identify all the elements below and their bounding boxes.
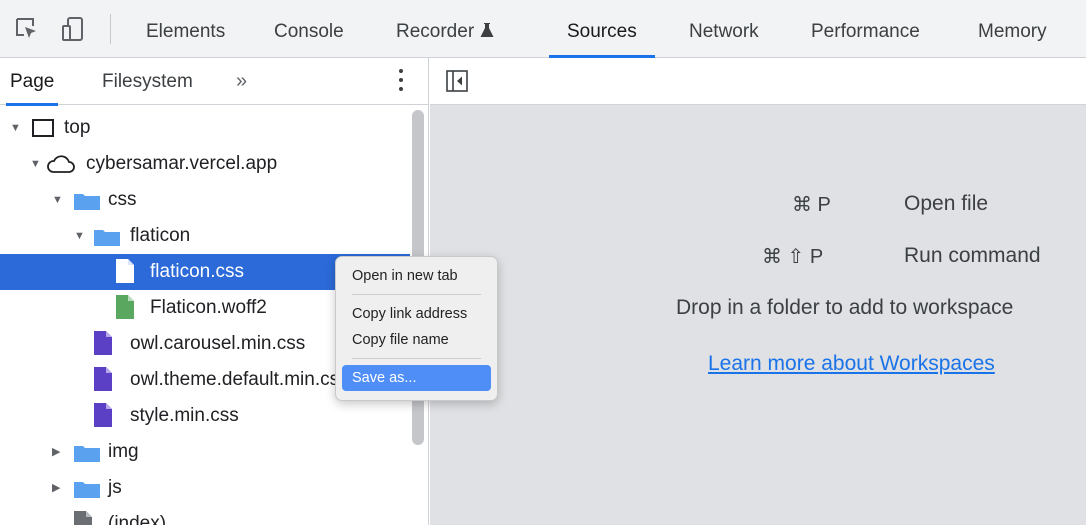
tree-label: top [64, 117, 91, 138]
context-menu: Open in new tab Copy link address Copy f… [335, 256, 498, 401]
expand-arrow-icon[interactable]: ▼ [52, 182, 64, 218]
folder-icon [74, 482, 100, 498]
shortcut-label-open-file: Open file [904, 192, 989, 215]
menu-item-copy-file-name[interactable]: Copy file name [342, 327, 491, 353]
tree-item-index[interactable]: (index) [0, 506, 410, 525]
flask-icon [480, 23, 494, 37]
expand-arrow-icon[interactable]: ▼ [30, 146, 42, 182]
tab-sources[interactable]: Sources [549, 0, 655, 58]
tree-item-css-folder[interactable]: ▼ css [0, 182, 410, 218]
tab-recorder[interactable]: Recorder [396, 0, 494, 58]
menu-item-copy-link-address[interactable]: Copy link address [342, 301, 491, 327]
tree-label: css [108, 189, 137, 210]
tab-memory[interactable]: Memory [978, 0, 1047, 58]
learn-workspaces-link[interactable]: Learn more about Workspaces [708, 352, 995, 376]
tab-elements[interactable]: Elements [146, 0, 225, 58]
tab-console[interactable]: Console [274, 0, 344, 58]
frame-icon [32, 119, 54, 137]
tree-item-top[interactable]: ▼ top [0, 110, 410, 146]
collapse-arrow-icon[interactable]: ▶ [52, 434, 64, 470]
tab-network[interactable]: Network [689, 0, 759, 58]
tree-label: (index) [108, 513, 167, 525]
tree-label: cybersamar.vercel.app [86, 153, 278, 174]
expand-arrow-icon[interactable]: ▼ [10, 110, 22, 146]
toolbar-separator [110, 14, 111, 44]
menu-separator [352, 358, 481, 359]
tree-item-style-css[interactable]: style.min.css [0, 398, 410, 434]
css-file-icon [94, 331, 112, 355]
tab-recorder-label: Recorder [396, 21, 475, 42]
toggle-navigator-icon[interactable] [446, 70, 468, 92]
menu-separator [352, 294, 481, 295]
css-file-icon [94, 403, 112, 427]
shortcut-label-run-command: Run command [904, 244, 1041, 267]
menu-item-save-as[interactable]: Save as... [342, 365, 491, 391]
folder-icon [74, 446, 100, 462]
tree-label: owl.carousel.min.css [130, 333, 306, 354]
tree-label: flaticon [130, 225, 191, 246]
folder-icon [74, 194, 100, 210]
font-file-icon [116, 295, 134, 319]
tab-page[interactable]: Page [5, 58, 59, 106]
folder-icon [94, 230, 120, 246]
tree-item-js-folder[interactable]: ▶ js [0, 470, 410, 506]
tree-label: owl.theme.default.min.css [130, 369, 349, 390]
tree-label: flaticon.css [150, 261, 244, 282]
tree-label: Flaticon.woff2 [150, 297, 267, 318]
drop-folder-message: Drop in a folder to add to workspace [676, 296, 1014, 319]
devtools-toolbar: Elements Console Recorder Sources Networ… [0, 0, 1086, 58]
editor-toolbar [430, 58, 1086, 105]
shortcut-keys-open-file: ⌘ P [792, 194, 831, 216]
more-tabs-icon[interactable]: » [236, 58, 247, 105]
tree-label: style.min.css [130, 405, 239, 426]
tab-performance[interactable]: Performance [811, 0, 920, 58]
expand-arrow-icon[interactable]: ▼ [74, 218, 86, 254]
tree-label: js [108, 477, 122, 498]
tree-label: img [108, 441, 139, 462]
tree-item-domain[interactable]: ▼ cybersamar.vercel.app [0, 146, 410, 182]
tree-item-img-folder[interactable]: ▶ img [0, 434, 410, 470]
inspect-element-icon[interactable] [14, 16, 40, 42]
file-icon [116, 259, 134, 283]
tab-filesystem[interactable]: Filesystem [102, 58, 193, 105]
menu-item-open-new-tab[interactable]: Open in new tab [342, 263, 491, 289]
document-icon [74, 511, 92, 525]
more-options-icon[interactable] [398, 69, 404, 95]
navigator-tabs: Page Filesystem » [0, 58, 428, 106]
device-toolbar-icon[interactable] [60, 16, 86, 42]
css-file-icon [94, 367, 112, 391]
shortcut-keys-run-command: ⌘ ⇧ P [762, 246, 824, 268]
cloud-icon [47, 155, 75, 173]
collapse-arrow-icon[interactable]: ▶ [52, 470, 64, 506]
tree-item-flaticon-folder[interactable]: ▼ flaticon [0, 218, 410, 254]
editor-panel: ⌘ P Open file ⌘ ⇧ P Run command Drop in … [430, 58, 1086, 525]
